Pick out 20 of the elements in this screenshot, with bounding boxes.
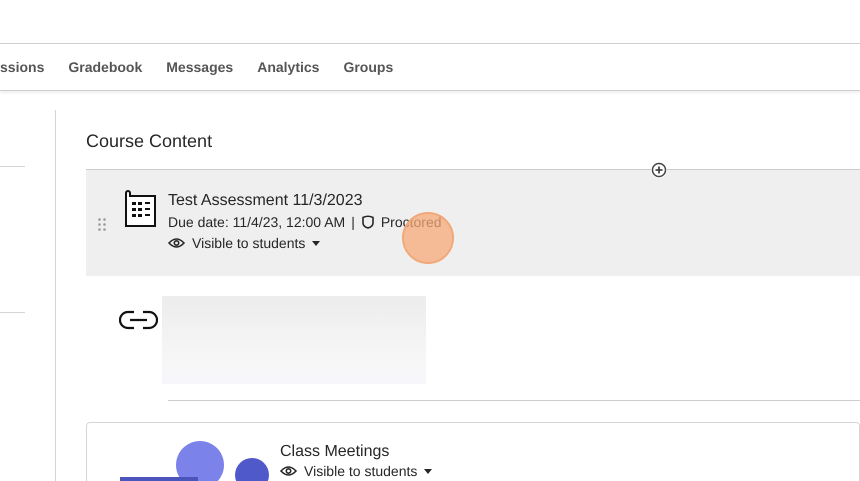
eye-icon xyxy=(168,237,185,249)
eye-icon xyxy=(280,465,297,477)
visibility-dropdown[interactable]: Visible to students xyxy=(280,463,432,479)
nav-tab[interactable]: Groups xyxy=(343,59,394,75)
nav-tab[interactable]: Analytics xyxy=(257,59,320,75)
separator: | xyxy=(351,214,355,230)
caret-icon xyxy=(424,468,432,474)
section-title: Course Content xyxy=(86,131,214,153)
visibility-dropdown[interactable]: Visible to students xyxy=(168,235,320,251)
item-title[interactable]: Class Meetings xyxy=(280,443,432,461)
drag-handle-icon[interactable] xyxy=(98,218,106,231)
caret-icon xyxy=(312,240,320,246)
nav-tab[interactable]: ssions xyxy=(0,59,44,75)
due-date: Due date: 11/4/23, 12:00 AM xyxy=(168,214,346,230)
link-icon xyxy=(119,310,158,330)
nav-tab[interactable]: Gradebook xyxy=(68,59,142,75)
shield-icon xyxy=(360,215,375,229)
nav-tab[interactable]: Messages xyxy=(166,59,234,75)
item-title[interactable]: Test Assessment 11/3/2023 xyxy=(168,192,442,210)
add-icon[interactable] xyxy=(651,162,667,178)
